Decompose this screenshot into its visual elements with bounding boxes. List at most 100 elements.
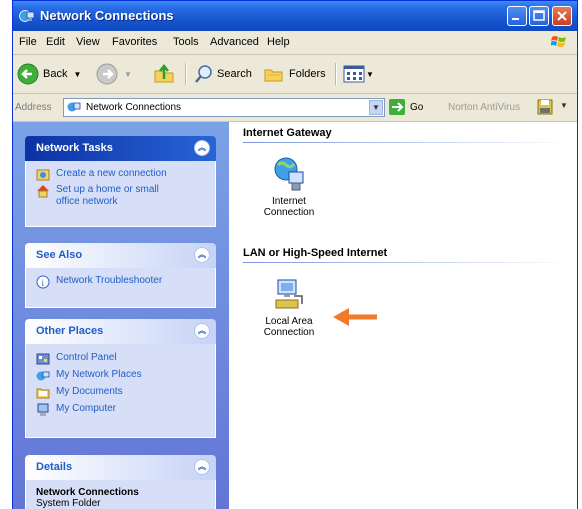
folders-button[interactable]: Folders (263, 63, 326, 85)
up-folder-button[interactable] (153, 63, 175, 85)
address-value: Network Connections (86, 102, 182, 113)
place-my-documents[interactable]: My Documents (36, 386, 215, 400)
go-button[interactable]: Go (389, 99, 423, 115)
back-button[interactable]: Back ▼ (17, 63, 81, 85)
internet-connection-label: Internet Connection (263, 196, 315, 218)
control-panel-icon (36, 353, 50, 365)
place-label: My Documents (56, 386, 123, 397)
details-panel: Details ︽ Network Connections System Fol… (25, 455, 216, 509)
toolbar-separator (185, 63, 187, 85)
toolbar: Back ▼ ▼ Search Folders ▼ (13, 55, 577, 94)
local-area-connection-label: Local Area Connection (263, 316, 315, 338)
help-info-icon: i (36, 275, 50, 289)
task-label: Set up a home or small office network (56, 184, 159, 207)
place-label: My Network Places (56, 369, 142, 380)
see-also-panel: See Also ︽ i Network Troubleshooter (25, 243, 216, 308)
place-label: My Computer (56, 403, 117, 414)
see-also-title: See Also (36, 249, 83, 261)
norton-disk-icon[interactable] (537, 99, 553, 115)
see-also-header[interactable]: See Also ︽ (25, 243, 216, 268)
address-dropdown-button[interactable]: ▼ (369, 100, 383, 115)
network-tasks-title: Network Tasks (36, 142, 113, 154)
search-button[interactable]: Search (193, 63, 252, 85)
chevron-down-icon[interactable]: ▼ (560, 101, 568, 110)
task-setup-home-network[interactable]: Set up a home or small office network (36, 184, 215, 208)
minimize-icon (512, 18, 519, 20)
new-connection-icon (36, 169, 50, 181)
task-create-connection[interactable]: Create a new connection (36, 168, 215, 182)
minimize-button[interactable] (507, 6, 527, 26)
collapse-chevron-icon[interactable]: ︽ (194, 140, 210, 156)
menu-edit[interactable]: Edit (46, 36, 65, 48)
folders-icon (264, 69, 283, 82)
explorer-window: Network Connections File Edit View Favor… (12, 0, 578, 509)
menu-advanced[interactable]: Advanced (210, 36, 259, 48)
maximize-button[interactable] (529, 6, 549, 26)
details-item-name: Network Connections (36, 487, 139, 498)
address-bar: Address Network Connections ▼ Go Norton … (13, 95, 577, 122)
network-connections-icon (67, 102, 81, 112)
back-label: Back (43, 68, 68, 80)
go-label: Go (410, 101, 424, 113)
chevron-down-icon: ▼ (372, 103, 380, 112)
norton-antivirus-label[interactable]: Norton AntiVirus (448, 102, 520, 113)
chevron-down-icon[interactable]: ▼ (366, 70, 374, 79)
task-label: Network Troubleshooter (56, 275, 163, 286)
address-label: Address (15, 102, 52, 113)
network-tasks-header[interactable]: Network Tasks ︽ (25, 136, 216, 161)
section-lan: LAN or High-Speed Internet (243, 247, 388, 259)
my-network-places-icon (36, 371, 50, 381)
section-internet-gateway: Internet Gateway (243, 127, 332, 139)
menu-file[interactable]: File (19, 36, 37, 48)
go-arrow-icon (389, 99, 405, 115)
other-places-header[interactable]: Other Places ︽ (25, 319, 216, 344)
details-header[interactable]: Details ︽ (25, 455, 216, 480)
section-divider (243, 142, 573, 143)
views-icon (343, 65, 365, 83)
network-tasks-body: Create a new connection Set up a home or… (25, 161, 216, 227)
close-button[interactable] (552, 6, 572, 26)
other-places-body: Control Panel My Network Places My Docum… (25, 344, 216, 438)
place-control-panel[interactable]: Control Panel (36, 352, 215, 366)
chevron-down-icon[interactable]: ▼ (73, 70, 81, 79)
place-my-network-places[interactable]: My Network Places (36, 369, 215, 383)
back-arrow-icon (17, 63, 39, 85)
menu-bar: File Edit View Favorites Tools Advanced … (13, 31, 577, 55)
menu-tools[interactable]: Tools (173, 36, 199, 48)
forward-arrow-icon (96, 63, 118, 85)
menu-view[interactable]: View (76, 36, 100, 48)
collapse-chevron-icon[interactable]: ︽ (194, 459, 210, 475)
network-connections-icon (19, 10, 35, 22)
views-button[interactable]: ▼ (343, 63, 374, 85)
details-item-type: System Folder (36, 498, 101, 509)
task-network-troubleshooter[interactable]: i Network Troubleshooter (36, 275, 215, 289)
up-folder-icon (154, 63, 174, 83)
forward-button[interactable]: ▼ (96, 63, 132, 85)
collapse-chevron-icon[interactable]: ︽ (194, 323, 210, 339)
my-documents-icon (36, 388, 50, 399)
window-title: Network Connections (40, 8, 174, 23)
close-icon (557, 11, 567, 21)
title-bar[interactable]: Network Connections (13, 1, 577, 31)
search-label: Search (217, 68, 252, 80)
task-pane: Network Tasks ︽ Create a new connection … (13, 122, 229, 509)
chevron-down-icon[interactable]: ▼ (124, 70, 132, 79)
address-input[interactable]: Network Connections ▼ (63, 98, 385, 117)
search-icon (195, 65, 212, 83)
other-places-panel: Other Places ︽ Control Panel My Network … (25, 319, 216, 438)
menu-favorites[interactable]: Favorites (112, 36, 157, 48)
see-also-body: i Network Troubleshooter (25, 268, 216, 308)
folders-label: Folders (289, 68, 326, 80)
details-body: Network Connections System Folder (25, 480, 216, 509)
place-my-computer[interactable]: My Computer (36, 403, 215, 417)
collapse-chevron-icon[interactable]: ︽ (194, 247, 210, 263)
menu-help[interactable]: Help (267, 36, 290, 48)
content-area: Internet Gateway Internet Connection LAN… (229, 122, 577, 509)
local-area-connection-item[interactable]: Local Area Connection (249, 278, 329, 338)
place-label: Control Panel (56, 352, 117, 363)
other-places-title: Other Places (36, 325, 104, 337)
my-computer-icon (37, 403, 49, 416)
internet-gateway-icon (274, 157, 304, 191)
home-network-icon (37, 185, 49, 198)
internet-connection-item[interactable]: Internet Connection (249, 156, 329, 218)
